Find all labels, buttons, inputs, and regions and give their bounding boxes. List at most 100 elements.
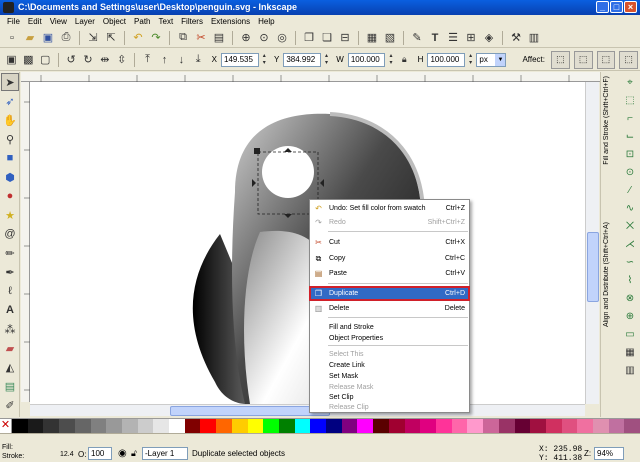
menu-filters[interactable]: Filters bbox=[177, 15, 207, 28]
snap-object-centers-icon[interactable]: ⊗ bbox=[622, 290, 638, 306]
pencil-tool-icon[interactable]: ✏ bbox=[1, 244, 19, 262]
stroke-width-value[interactable]: 12.4 bbox=[60, 451, 74, 458]
select-all-layers-icon[interactable]: ▩ bbox=[21, 52, 36, 68]
snap-rotation-centers-icon[interactable]: ⊕ bbox=[622, 308, 638, 324]
menu-item-delete[interactable]: ▥ Delete Delete bbox=[310, 302, 469, 315]
scale-stroke-button[interactable]: ⬚ bbox=[551, 50, 570, 69]
flip-vertical-icon[interactable]: ⇳ bbox=[114, 52, 129, 68]
menu-object[interactable]: Object bbox=[99, 15, 130, 28]
export-icon[interactable]: ⇱ bbox=[103, 30, 119, 46]
snap-guides-icon[interactable]: ▥ bbox=[622, 362, 638, 378]
menu-view[interactable]: View bbox=[46, 15, 71, 28]
palette-swatch[interactable] bbox=[294, 419, 311, 433]
vertical-scrollbar[interactable] bbox=[585, 82, 599, 404]
palette-swatch[interactable] bbox=[326, 419, 342, 433]
palette-swatch[interactable] bbox=[200, 419, 217, 433]
menu-item-cut[interactable]: ✂ Cut Ctrl+X bbox=[310, 236, 469, 249]
ungroup-icon[interactable]: ▧ bbox=[382, 30, 398, 46]
drawing-canvas[interactable] bbox=[30, 82, 585, 404]
rotate-ccw-icon[interactable]: ↺ bbox=[64, 52, 79, 68]
new-document-icon[interactable]: ▫ bbox=[4, 30, 20, 46]
gradient-tool-icon[interactable]: ▤ bbox=[1, 377, 19, 395]
palette-swatch[interactable] bbox=[388, 419, 405, 433]
scale-corners-button[interactable]: ⬚ bbox=[573, 50, 593, 69]
text-tool-icon[interactable]: A bbox=[1, 301, 19, 319]
palette-swatch[interactable] bbox=[247, 419, 264, 433]
3d-box-tool-icon[interactable]: ⬢ bbox=[1, 168, 19, 186]
open-icon[interactable]: ▰ bbox=[22, 30, 38, 46]
palette-swatch[interactable] bbox=[121, 419, 138, 433]
eraser-tool-icon[interactable]: ▰ bbox=[1, 339, 19, 357]
menu-file[interactable]: File bbox=[3, 15, 24, 28]
menu-edit[interactable]: Edit bbox=[24, 15, 46, 28]
palette-swatch[interactable] bbox=[341, 419, 358, 433]
transform-gradients-button[interactable]: ⬚ bbox=[596, 50, 616, 69]
palette-swatch[interactable] bbox=[106, 419, 122, 433]
snap-bbox-icon[interactable]: ⬚ bbox=[622, 92, 638, 108]
palette-swatch[interactable] bbox=[74, 419, 91, 433]
palette-swatch[interactable] bbox=[498, 419, 515, 433]
snap-bbox-edge-icon[interactable]: ⌐ bbox=[622, 110, 638, 126]
height-spinner[interactable]: ▴ ▾ bbox=[467, 53, 474, 67]
snap-bbox-midpoint-icon[interactable]: ⊡ bbox=[622, 146, 638, 162]
fill-stroke-indicator[interactable]: Fill: Stroke: bbox=[2, 443, 24, 461]
close-button[interactable]: × bbox=[624, 1, 637, 13]
align-icon[interactable]: ⊞ bbox=[463, 30, 479, 46]
palette-swatch[interactable] bbox=[373, 419, 389, 433]
horizontal-scrollbar[interactable] bbox=[30, 404, 585, 416]
opacity-field[interactable]: 100 bbox=[88, 447, 112, 460]
duplicate-icon[interactable]: ❐ bbox=[301, 30, 317, 46]
width-spinner[interactable]: ▴ ▾ bbox=[387, 53, 394, 67]
zoom-drawing-icon[interactable]: ⊙ bbox=[256, 30, 272, 46]
selector-tool-icon[interactable]: ➤ bbox=[1, 73, 19, 91]
palette-swatch[interactable] bbox=[514, 419, 531, 433]
select-all-icon[interactable]: ▣ bbox=[4, 52, 19, 68]
menu-help[interactable]: Help bbox=[254, 15, 278, 28]
undo-icon[interactable]: ↶ bbox=[130, 30, 146, 46]
cut-icon[interactable]: ✂ bbox=[193, 30, 209, 46]
palette-swatch[interactable] bbox=[420, 419, 436, 433]
snap-grids-icon[interactable]: ▦ bbox=[622, 344, 638, 360]
layer-lock-icon[interactable]: 🔓︎ bbox=[131, 448, 137, 459]
palette-swatch[interactable] bbox=[624, 419, 640, 433]
zoom-tool-icon[interactable]: ⚲ bbox=[1, 130, 19, 148]
snap-toggle-icon[interactable]: ⌖ bbox=[622, 74, 638, 90]
palette-swatch[interactable] bbox=[593, 419, 609, 433]
snap-paths-icon[interactable]: ∿ bbox=[622, 200, 638, 216]
clone-icon[interactable]: ❏ bbox=[319, 30, 335, 46]
maximize-button[interactable]: □ bbox=[610, 1, 623, 13]
zoom-page-icon[interactable]: ◎ bbox=[274, 30, 290, 46]
palette-swatch[interactable] bbox=[231, 419, 248, 433]
document-properties-icon[interactable]: ▥ bbox=[526, 30, 542, 46]
palette-swatch[interactable] bbox=[216, 419, 232, 433]
no-color-swatch[interactable]: ✕ bbox=[0, 419, 12, 433]
palette-swatch[interactable] bbox=[43, 419, 60, 433]
pen-tool-icon[interactable]: ✒ bbox=[1, 263, 19, 281]
fill-stroke-icon[interactable]: ✎ bbox=[409, 30, 425, 46]
y-field[interactable]: 384.992 bbox=[283, 52, 321, 67]
tweak-tool-icon[interactable]: ✋ bbox=[1, 111, 19, 129]
palette-swatch[interactable] bbox=[184, 419, 201, 433]
lower-to-bottom-icon[interactable]: ⤓ bbox=[191, 52, 206, 68]
raise-to-top-icon[interactable]: ⤒ bbox=[140, 52, 155, 68]
zoom-field[interactable]: 94% bbox=[594, 447, 624, 460]
current-layer-select[interactable]: -Layer 1 bbox=[142, 447, 188, 460]
width-field[interactable]: 100.000 bbox=[347, 52, 386, 67]
menu-text[interactable]: Text bbox=[155, 15, 178, 28]
import-icon[interactable]: ⇲ bbox=[85, 30, 101, 46]
snap-bbox-corner-icon[interactable]: ⌙ bbox=[622, 128, 638, 144]
x-field[interactable]: 149.535 bbox=[221, 52, 259, 67]
menu-layer[interactable]: Layer bbox=[71, 15, 99, 28]
y-spinner[interactable]: ▴ ▾ bbox=[323, 53, 330, 67]
copy-icon[interactable]: ⧉ bbox=[175, 30, 191, 46]
snap-path-intersections-icon[interactable]: ⨉ bbox=[622, 218, 638, 234]
print-icon[interactable]: ⎙ bbox=[58, 30, 74, 46]
menu-item-paste[interactable]: ▤ Paste Ctrl+V bbox=[310, 267, 469, 280]
unit-select[interactable]: px ▼ bbox=[476, 52, 507, 67]
palette-swatch[interactable] bbox=[357, 419, 374, 433]
lower-icon[interactable]: ↓ bbox=[174, 52, 189, 68]
menu-path[interactable]: Path bbox=[130, 15, 154, 28]
menu-item-object-properties[interactable]: Object Properties bbox=[310, 332, 469, 345]
paste-icon[interactable]: ▤ bbox=[211, 30, 227, 46]
zoom-selection-icon[interactable]: ⊕ bbox=[238, 30, 254, 46]
